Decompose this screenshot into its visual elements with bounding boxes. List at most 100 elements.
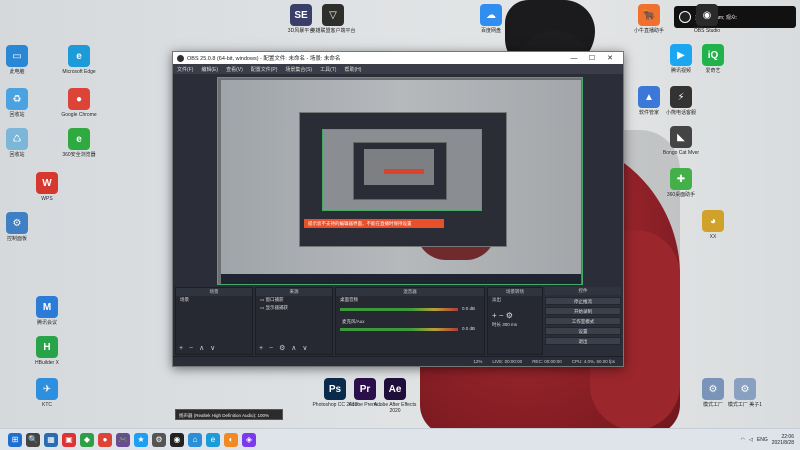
transition-add-remove[interactable]: + − ⚙ [488,310,542,321]
source-item[interactable]: ▭ 显示器捕获 [256,304,332,312]
exit-button[interactable]: 退出 [545,337,621,345]
obs-preview[interactable]: 提示您不支持的编辑器界面，不能在直播时保持设置 [217,77,583,285]
desktop-icon-label: 小牛直播助手 [633,28,664,34]
app-icon: ⚙ [734,378,756,400]
desktop-icon[interactable]: ⚙ 控制面板 [0,212,40,242]
taskbar-app-icon[interactable]: ◈ [242,432,256,447]
maximize-button[interactable]: ☐ [583,54,601,62]
desktop-icon-label: XX [709,234,717,240]
menu-tools[interactable]: 工具(T) [320,66,336,73]
taskbar-app-icon[interactable]: ★ [134,432,148,447]
sources-dock: 来源 ▭ 窗口捕获 ▭ 显示器捕获 + − ⚙ ∧ ∨ [255,287,333,355]
desktop-icon-label: 控制面板 [6,236,27,242]
desktop-icon[interactable]: 🐂 小牛直播助手 [626,4,672,34]
desktop-icon-label: 腾讯会议 [36,320,57,326]
taskbar-app-icon[interactable]: ◐ [224,432,238,447]
close-button[interactable]: ✕ [601,54,619,62]
app-icon: ⚙ [702,378,724,400]
taskbar-app-icon[interactable]: 🎮 [116,432,130,447]
desktop-icon[interactable]: Ae Adobe After Effects 2020 [372,378,418,414]
desktop-icon[interactable]: ▽ 英雄联盟客户端平台 [310,4,356,34]
volume-icon[interactable]: ◁ [749,437,753,443]
obs-menubar: 文件(F) 编辑(E) 查看(V) 配置文件(P) 场景集合(S) 工具(T) … [173,64,623,74]
desktop-icon[interactable]: ♺ 回收站 [0,128,40,158]
menu-help[interactable]: 帮助(H) [344,66,361,73]
obs-window-title: OBS 25.0.8 (64-bit, windows) - 配置文件: 未命名… [187,56,341,62]
clock[interactable]: 22:06 2021/8/28 [772,434,794,446]
nested-obs-window: 提示您不支持的编辑器界面，不能在直播时保持设置 [299,112,507,247]
taskbar-app-icon[interactable]: ⚙ [152,432,166,447]
desktop-audio-meter [340,308,458,311]
clock-date: 2021/8/28 [771,440,794,446]
desktop-icon[interactable]: ✈ KTC [24,378,70,408]
nested-obs-window-2 [353,142,447,200]
search-icon[interactable]: 🔍 [26,432,40,447]
scene-item[interactable]: 场景 [176,296,252,304]
transition-type-select[interactable]: 淡出 [488,296,542,304]
app-icon: ☁ [480,4,502,26]
app-icon: ✚ [670,168,692,190]
app-icon: ▶ [670,44,692,66]
app-icon: ◉ [696,4,718,26]
obs-window[interactable]: OBS 25.0.8 (64-bit, windows) - 配置文件: 未命名… [172,51,624,367]
sources-header: 来源 [256,288,332,296]
obs-titlebar[interactable]: OBS 25.0.8 (64-bit, windows) - 配置文件: 未命名… [173,52,623,64]
obs-docks: 场景 场景 + − ∧ ∨ 来源 ▭ 窗口捕获 ▭ 显示器捕获 + − ⚙ ∧ … [173,287,623,355]
desktop-icon-label: 360桌面助手 [666,192,696,198]
taskbar-app-icon[interactable]: ◉ [170,432,184,447]
desktop-icon[interactable]: e 360安全浏览器 [56,128,102,158]
menu-file[interactable]: 文件(F) [177,66,193,73]
taskbar-app-icon[interactable]: ▣ [62,432,76,447]
desktop-icon[interactable]: e Microsoft Edge [56,45,102,75]
desktop-icon[interactable]: ◕ XX [690,210,736,240]
wifi-icon[interactable]: ◠ [741,437,745,443]
taskbar-app-icon[interactable]: ⌂ [188,432,202,447]
taskbar-app-icon[interactable]: ▦ [44,432,58,447]
mixer-track-name: 桌面音频 [340,297,358,302]
app-icon: ◣ [670,126,692,148]
sources-toolbar[interactable]: + − ⚙ ∧ ∨ [259,344,309,352]
desktop-icon[interactable]: ♻ 回收站 [0,88,40,118]
start-recording-button[interactable]: 开始录制 [545,307,621,315]
taskbar-app-icon[interactable]: e [206,432,220,447]
scenes-dock: 场景 场景 + − ∧ ∨ [175,287,253,355]
desktop-icon[interactable]: ☁ 百度网盘 [468,4,514,34]
desktop-icon-label: 此电脑 [9,69,25,75]
stop-streaming-button[interactable]: 停止推流 [545,297,621,305]
minimize-button[interactable]: — [565,55,583,62]
start-button[interactable]: ⊞ [8,432,22,447]
desktop-icon[interactable]: ● Google Chrome [56,88,102,118]
desktop-icon[interactable]: iQ 爱奇艺 [690,44,736,74]
app-icon: W [36,172,58,194]
desktop-icon[interactable]: ◣ Bongo Cat Mver [658,126,704,156]
desktop-icon[interactable]: W WPS [24,172,70,202]
taskbar-app-icon[interactable]: ● [98,432,112,447]
mixer-track-level: 0.0 dB [462,326,476,331]
desktop-icon[interactable]: ⚡ 小熊电话客服 [658,86,704,116]
settings-button[interactable]: 设置 [545,327,621,335]
app-icon: ♻ [6,88,28,110]
mixer-header: 混音器 [336,288,484,296]
desktop-icon[interactable]: ▭ 此电脑 [0,45,40,75]
menu-scene-collection[interactable]: 场景集合(S) [285,66,312,73]
duration-input[interactable]: 300 ms [502,322,517,327]
app-icon: e [68,45,90,67]
desktop-icon[interactable]: M 腾讯会议 [24,296,70,326]
desktop-icon[interactable]: ⚙ 模式工厂 美子1 [722,378,768,408]
transitions-header: 场景转场 [488,288,542,296]
desktop-icon[interactable]: ◉ OBS Studio [684,4,730,34]
language-indicator[interactable]: ENG [757,437,768,443]
app-icon: M [36,296,58,318]
menu-edit[interactable]: 编辑(E) [201,66,218,73]
menu-view[interactable]: 查看(V) [226,66,243,73]
scenes-header: 场景 [176,288,252,296]
desktop-icon[interactable]: ✚ 360桌面助手 [658,168,704,198]
taskbar-app-icon[interactable]: ◆ [80,432,94,447]
preview-taskbar [221,274,581,284]
source-item[interactable]: ▭ 窗口捕获 [256,296,332,304]
menu-profile[interactable]: 配置文件(P) [251,66,278,73]
scenes-toolbar[interactable]: + − ∧ ∨ [179,344,217,352]
app-icon: iQ [702,44,724,66]
desktop-icon[interactable]: H HBuilder X [24,336,70,366]
studio-mode-button[interactable]: 工作室模式 [545,317,621,325]
